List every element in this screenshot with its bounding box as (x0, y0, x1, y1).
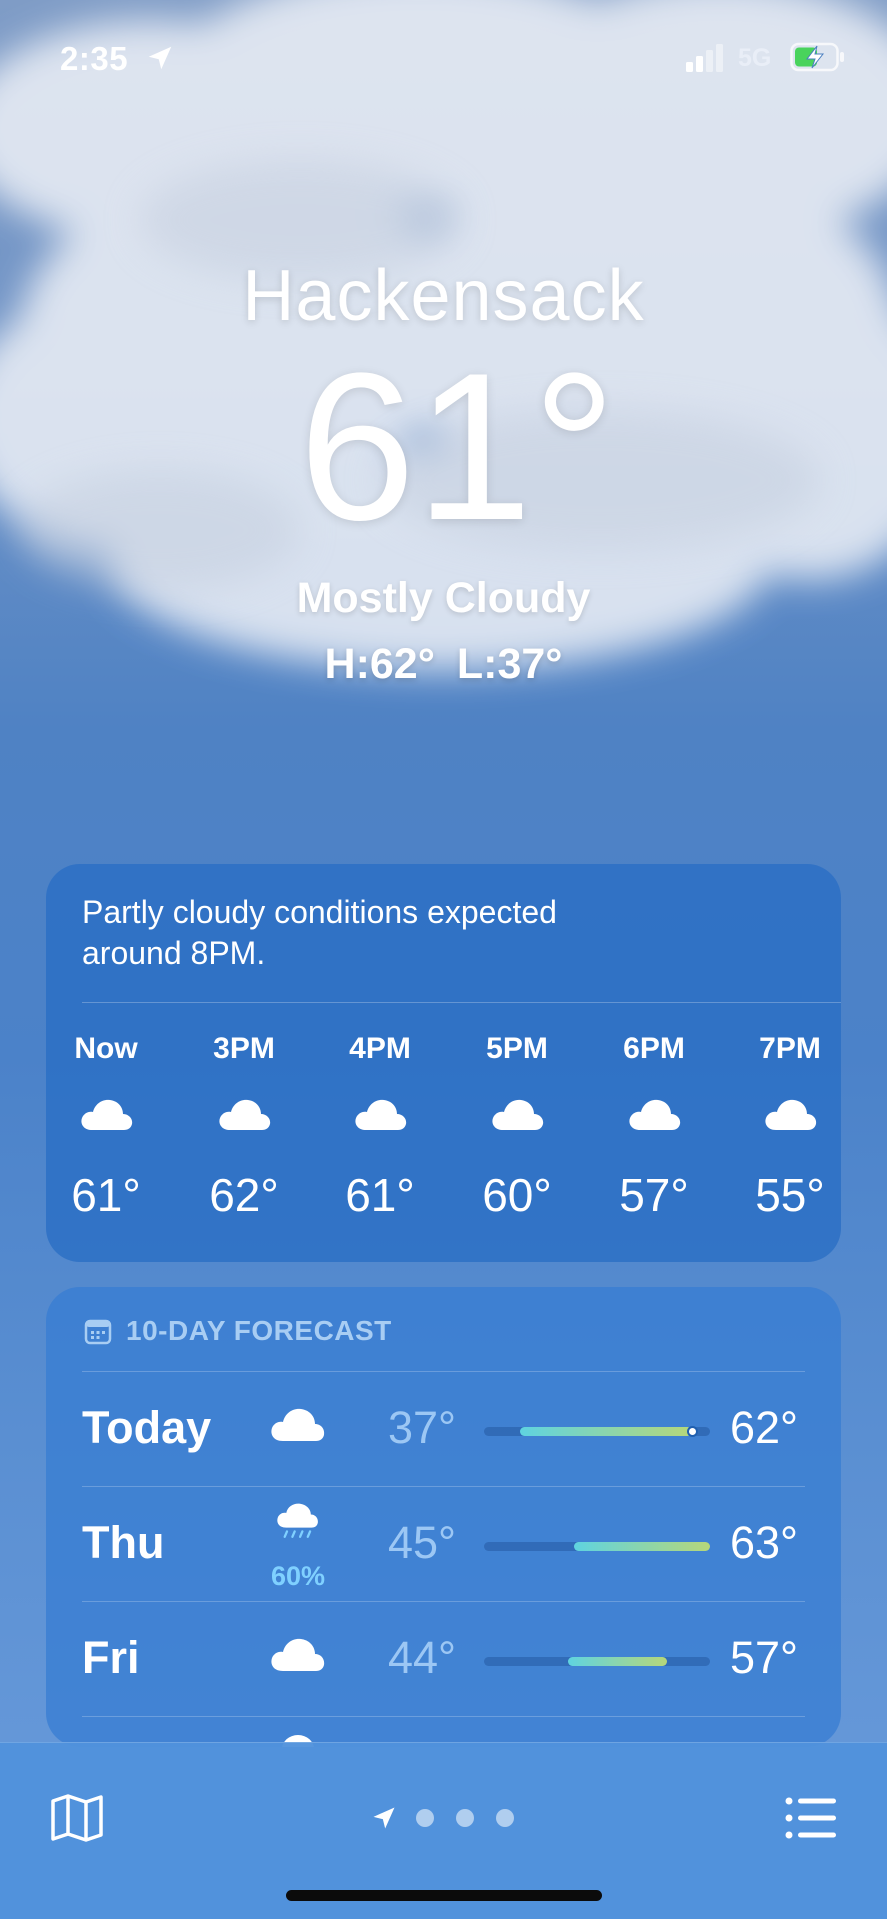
current-temperature-marker (686, 1426, 698, 1437)
high-low-temperature: H:62° L:37° (324, 640, 563, 688)
temperature-range-fill (574, 1542, 710, 1551)
hour-label: 6PM (623, 1032, 685, 1065)
divider (82, 1002, 841, 1003)
hour-item[interactable]: 6PM 57° (594, 1032, 714, 1222)
page-dot[interactable] (416, 1809, 434, 1827)
hour-label: Now (74, 1032, 138, 1065)
low-temperature: 37° (388, 1402, 457, 1453)
cloud-icon (765, 1099, 817, 1130)
page-indicator[interactable] (370, 1803, 536, 1833)
city-name: Hackensack (242, 256, 645, 336)
page-dot[interactable] (456, 1809, 474, 1827)
list-icon[interactable] (784, 1795, 838, 1841)
cloud-icon (355, 1099, 407, 1130)
low-temperature: 44° (388, 1632, 457, 1683)
low-temperature: 45° (388, 1517, 457, 1568)
ten-day-forecast-card[interactable]: 10-DAY FORECAST Today 37° 62° Thu 60% 45… (46, 1287, 841, 1747)
location-arrow-icon (373, 1807, 395, 1829)
hour-item[interactable]: 5PM 60° (457, 1032, 577, 1222)
temperature-range-fill (520, 1427, 692, 1436)
temperature-range-bar (484, 1542, 710, 1551)
cloud-icon (271, 1638, 325, 1671)
hour-item[interactable]: Now 61° (46, 1032, 166, 1222)
day-name: Thu (82, 1517, 165, 1568)
hour-temperature: 62° (209, 1169, 279, 1221)
cloud-icon (81, 1099, 133, 1130)
cloud-rain-icon (277, 1503, 318, 1538)
current-temperature: 61° (298, 329, 617, 564)
location-arrow-icon (148, 46, 172, 70)
hour-label: 4PM (349, 1032, 411, 1065)
hour-temperature: 61° (71, 1169, 141, 1221)
hourly-forecast-card[interactable]: Partly cloudy conditions expected around… (46, 864, 841, 1262)
divider (82, 1716, 805, 1717)
network-type: 5G (738, 44, 772, 72)
home-indicator[interactable] (286, 1890, 602, 1901)
hour-item[interactable]: 7PM 55° (730, 1032, 841, 1222)
hour-label: 3PM (213, 1032, 275, 1065)
hour-temperature: 55° (755, 1169, 825, 1221)
cloud-icon (271, 1408, 325, 1441)
page-dot[interactable] (496, 1809, 514, 1827)
day-name: Fri (82, 1632, 140, 1683)
precipitation-chance: 60% (270, 1561, 326, 1591)
day-name: Today (82, 1402, 212, 1453)
temperature-range-bar (484, 1657, 710, 1666)
high-temperature: 62° (730, 1402, 799, 1453)
hour-label: 5PM (486, 1032, 548, 1065)
temperature-range-bar (484, 1426, 710, 1437)
hour-temperature: 61° (345, 1169, 415, 1221)
cloud-icon (629, 1099, 681, 1130)
battery-charging-icon (790, 42, 844, 72)
forecast-row[interactable]: Today 37° 62° (46, 1372, 841, 1486)
hour-item[interactable]: 4PM 61° (320, 1032, 440, 1222)
cellular-signal-icon (686, 44, 723, 72)
current-condition: Mostly Cloudy (296, 574, 591, 622)
calendar-icon (84, 1319, 112, 1345)
hour-temperature: 57° (619, 1169, 689, 1221)
hour-label: 7PM (759, 1032, 821, 1065)
forecast-row[interactable]: Thu 60% 45° 63° (46, 1487, 841, 1601)
temperature-range-fill (567, 1657, 668, 1666)
hourly-summary: Partly cloudy conditions expected around… (82, 894, 557, 971)
cloud-icon (492, 1099, 544, 1130)
high-temperature: 63° (730, 1517, 799, 1568)
hour-temperature: 60° (482, 1169, 552, 1221)
forecast-title: 10-DAY FORECAST (126, 1315, 392, 1346)
hour-item[interactable]: 3PM 62° (184, 1032, 304, 1222)
map-icon[interactable] (50, 1793, 104, 1843)
forecast-header: 10-DAY FORECAST (84, 1313, 392, 1349)
cloud-icon (219, 1099, 271, 1130)
forecast-row[interactable]: Fri 44° 57° (46, 1602, 841, 1716)
high-temperature: 57° (730, 1632, 799, 1683)
status-time: 2:35 (60, 40, 129, 77)
status-bar: 2:35 5G (0, 0, 887, 110)
